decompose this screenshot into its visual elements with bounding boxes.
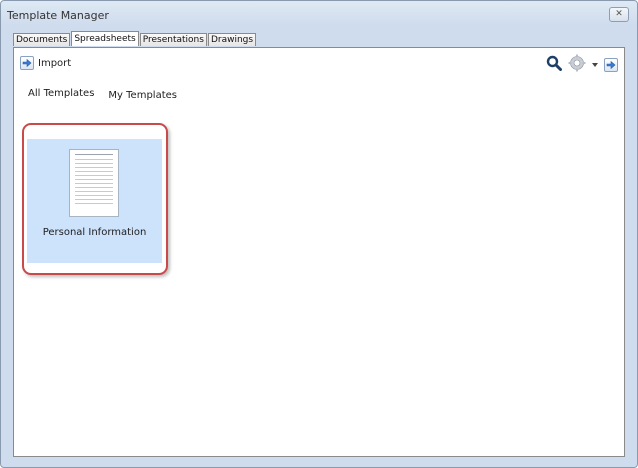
template-name: Personal Information	[42, 227, 147, 238]
tab-drawings[interactable]: Drawings	[207, 33, 257, 46]
toolbar-right	[540, 54, 618, 75]
import-icon	[20, 56, 34, 70]
dropdown-arrow-icon[interactable]	[592, 58, 598, 71]
close-button[interactable]: ✕	[609, 7, 629, 22]
search-icon[interactable]	[546, 55, 562, 74]
tab-documents[interactable]: Documents	[13, 33, 71, 46]
gear-icon[interactable]	[568, 54, 586, 75]
import-button[interactable]: Import	[20, 56, 71, 70]
template-manager-window: Template Manager ✕ Documents Spreadsheet…	[0, 0, 638, 468]
filter-all-templates[interactable]: All Templates	[28, 88, 94, 101]
filter-my-templates[interactable]: My Templates	[108, 90, 177, 101]
templates-panel: Import All Templates My Templates Person…	[13, 47, 625, 457]
close-icon: ✕	[615, 9, 623, 19]
template-filters: All Templates My Templates	[28, 88, 191, 101]
tab-bar: Documents Spreadsheets Presentations Dra…	[13, 31, 257, 47]
template-item[interactable]: Personal Information	[22, 123, 168, 275]
template-item-selection: Personal Information	[27, 139, 162, 263]
tab-presentations[interactable]: Presentations	[139, 33, 207, 46]
title-bar: Template Manager ✕	[1, 1, 637, 29]
window-title: Template Manager	[7, 9, 109, 22]
import-label: Import	[38, 57, 72, 69]
move-arrow-icon[interactable]	[604, 57, 618, 72]
tab-spreadsheets[interactable]: Spreadsheets	[71, 31, 139, 46]
template-thumbnail	[69, 149, 119, 217]
